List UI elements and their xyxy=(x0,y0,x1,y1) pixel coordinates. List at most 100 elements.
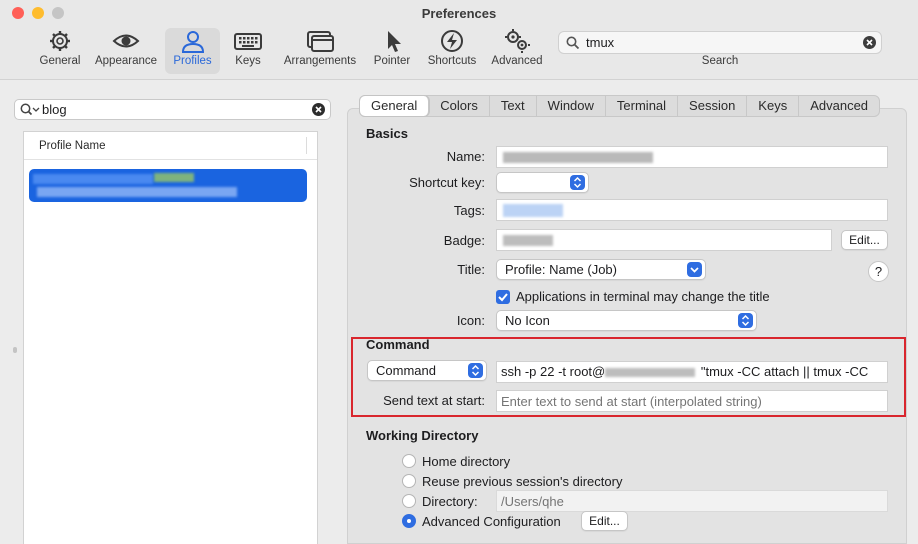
pointer-icon xyxy=(388,31,401,52)
help-button[interactable]: ? xyxy=(868,261,889,282)
toolbar-profiles[interactable]: Profiles xyxy=(165,28,220,74)
command-field[interactable]: ssh -p 22 -t root@ "tmux -CC attach || t… xyxy=(496,361,888,383)
command-type-popup[interactable]: Command xyxy=(367,360,487,381)
clear-profile-search-icon[interactable] xyxy=(312,103,325,116)
window-title: Preferences xyxy=(421,6,497,21)
send-text-input[interactable] xyxy=(496,390,888,412)
toolbar-label: General xyxy=(39,55,81,67)
toolbar-keys[interactable]: Keys xyxy=(226,28,270,74)
checkmark-icon xyxy=(498,293,508,302)
toolbar-search-value: tmux xyxy=(586,35,615,50)
basics-heading: Basics xyxy=(366,126,408,141)
tags-field[interactable] xyxy=(496,199,888,221)
profile-search-field[interactable]: blog xyxy=(14,99,331,120)
tab-colors[interactable]: Colors xyxy=(429,96,490,116)
redacted-text xyxy=(503,235,553,246)
icon-popup[interactable]: No Icon xyxy=(496,310,757,331)
popup-chevron-icon xyxy=(687,262,702,277)
split-view-handle[interactable] xyxy=(13,347,17,353)
badge-field[interactable] xyxy=(496,229,832,251)
tab-text[interactable]: Text xyxy=(490,96,537,116)
tab-keys[interactable]: Keys xyxy=(747,96,800,116)
tab-session[interactable]: Session xyxy=(678,96,748,116)
command-suffix: "tmux -CC attach || tmux -CC xyxy=(700,364,869,379)
redacted-host xyxy=(605,367,697,378)
toolbar-label: Pointer xyxy=(373,55,411,67)
toolbar-general[interactable]: General xyxy=(36,28,84,74)
toolbar-label: Arrangements xyxy=(283,55,357,67)
toolbar-search-label: Search xyxy=(701,55,739,67)
toolbar-pointer[interactable]: Pointer xyxy=(368,28,416,74)
name-label: Name: xyxy=(446,149,485,164)
popup-stepper-icon xyxy=(570,175,585,190)
tags-label: Tags: xyxy=(453,203,485,218)
search-menu-icon[interactable] xyxy=(20,103,40,117)
home-directory-label: Home directory xyxy=(422,454,511,469)
shortcut-key-label: Shortcut key: xyxy=(409,175,485,190)
eye-icon xyxy=(112,34,140,48)
redacted-text xyxy=(37,187,237,197)
person-icon xyxy=(181,31,204,53)
command-heading: Command xyxy=(366,337,430,352)
badge-edit-button[interactable]: Edit... xyxy=(841,230,888,250)
tab-general[interactable]: General xyxy=(360,96,430,116)
profile-row-selected[interactable] xyxy=(29,169,307,202)
reuse-directory-label: Reuse previous session's directory xyxy=(422,474,623,489)
toolbar-shortcuts[interactable]: Shortcuts xyxy=(422,28,482,74)
toolbar-appearance[interactable]: Appearance xyxy=(92,28,160,74)
directory-input[interactable] xyxy=(496,490,888,512)
tab-terminal[interactable]: Terminal xyxy=(606,96,679,116)
send-text-label: Send text at start: xyxy=(383,393,485,408)
clear-search-icon[interactable] xyxy=(863,36,876,49)
advanced-configuration-radio[interactable] xyxy=(402,514,416,528)
advanced-configuration-edit-button[interactable]: Edit... xyxy=(581,511,628,531)
profile-search-value: blog xyxy=(42,102,67,117)
badge-label: Badge: xyxy=(443,233,485,248)
toolbar-label: Advanced xyxy=(491,55,543,67)
change-title-checkbox[interactable] xyxy=(496,290,510,304)
gears-icon xyxy=(505,29,530,53)
change-title-label: Applications in terminal may change the … xyxy=(516,289,770,304)
icon-popup-value: No Icon xyxy=(505,313,550,328)
column-divider xyxy=(306,137,307,154)
toolbar-label: Profiles xyxy=(173,55,212,67)
search-icon xyxy=(566,36,580,50)
directory-radio[interactable] xyxy=(402,494,416,508)
advanced-configuration-label: Advanced Configuration xyxy=(422,514,561,529)
popup-stepper-icon xyxy=(738,313,753,328)
toolbar-label: Shortcuts xyxy=(427,55,477,67)
name-field[interactable] xyxy=(496,146,888,168)
settings-tab-bar: General Colors Text Window Terminal Sess… xyxy=(359,95,881,117)
title-popup-value: Profile: Name (Job) xyxy=(505,262,617,277)
gear-icon xyxy=(50,31,70,51)
toolbar-label: Appearance xyxy=(94,55,158,67)
home-directory-radio[interactable] xyxy=(402,454,416,468)
window-toolbar: Preferences General Appearance Profiles … xyxy=(0,0,918,80)
toolbar-advanced[interactable]: Advanced xyxy=(488,28,546,74)
toolbar-label: Keys xyxy=(235,55,261,67)
icon-label: Icon: xyxy=(456,313,485,328)
directory-label: Directory: xyxy=(422,494,478,509)
working-directory-heading: Working Directory xyxy=(366,428,479,443)
tab-window[interactable]: Window xyxy=(537,96,606,116)
shortcut-key-popup[interactable] xyxy=(496,172,589,193)
command-type-value: Command xyxy=(376,363,436,378)
redacted-text xyxy=(154,173,194,182)
title-popup[interactable]: Profile: Name (Job) xyxy=(496,259,706,280)
profile-table-header[interactable]: Profile Name xyxy=(24,132,317,160)
redacted-text xyxy=(33,174,153,184)
bolt-icon xyxy=(441,30,463,52)
redacted-text xyxy=(503,152,653,163)
toolbar-arrangements[interactable]: Arrangements xyxy=(280,28,360,74)
toolbar-search-field[interactable]: tmux xyxy=(558,31,882,54)
tab-advanced[interactable]: Advanced xyxy=(799,96,879,116)
keyboard-icon xyxy=(234,33,262,50)
popup-stepper-icon xyxy=(468,363,483,378)
command-prefix: ssh -p 22 -t root@ xyxy=(501,364,606,379)
profile-table: Profile Name xyxy=(23,131,318,544)
windows-icon xyxy=(307,31,334,52)
profile-name-column-header: Profile Name xyxy=(39,140,106,152)
redacted-tag xyxy=(503,204,563,217)
reuse-directory-radio[interactable] xyxy=(402,474,416,488)
title-label: Title: xyxy=(457,262,485,277)
